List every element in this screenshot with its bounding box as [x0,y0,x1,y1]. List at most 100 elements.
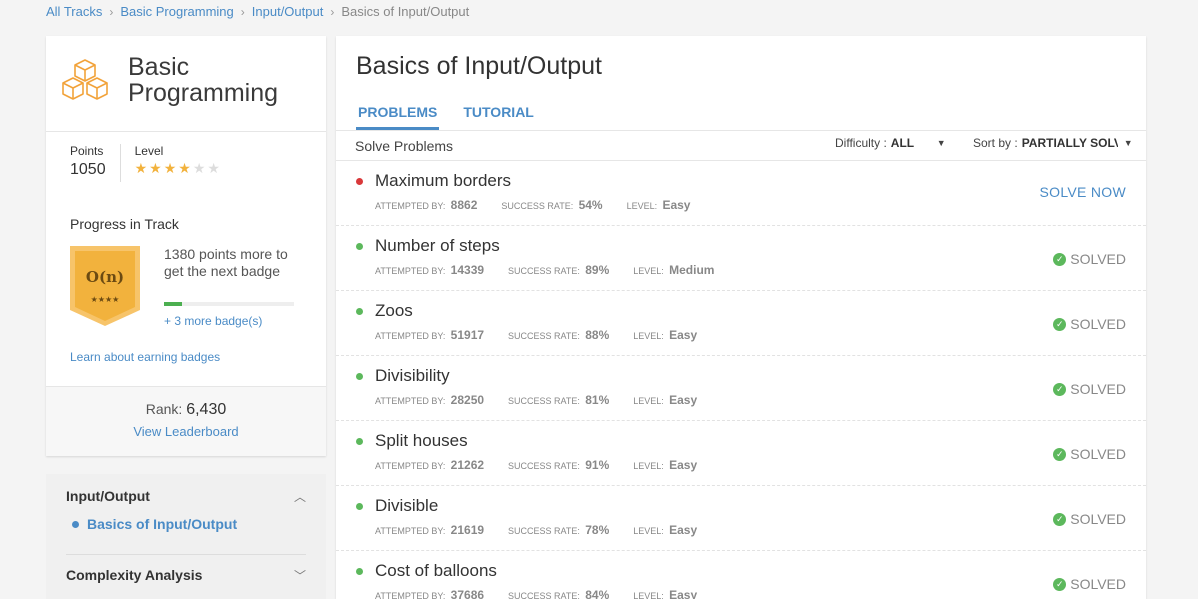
active-dot-icon [72,520,79,528]
track-progress-fill [164,302,183,306]
problem-title[interactable]: Maximum borders [375,171,511,191]
view-leaderboard-link[interactable]: View Leaderboard [46,424,326,439]
star-icon: ★ [192,160,208,176]
chevron-right-icon: › [109,4,114,19]
star-icon: ★ [163,160,179,176]
attempted-value: 37686 [447,588,485,599]
problem-meta: ATTEMPTED BY: 51917 SUCCESS RATE: 88% LEVE… [375,328,721,342]
sort-dropdown[interactable]: Sort by : PARTIALLY SOLVED ▼ [973,136,1133,150]
problem-row[interactable]: Number of steps ATTEMPTED BY: 14339 SUCCE… [336,226,1146,291]
attempted-label: ATTEMPTED BY: [375,461,446,471]
problem-row[interactable]: Divisible ATTEMPTED BY: 21619 SUCCESS RAT… [336,486,1146,551]
success-label: SUCCESS RATE: [508,396,580,406]
rank-box: Rank: 6,430 View Leaderboard [46,386,326,456]
difficulty-dropdown[interactable]: Difficulty : ALL ▼ [835,136,946,150]
success-label: SUCCESS RATE: [508,461,580,471]
problem-meta: ATTEMPTED BY: 8862 SUCCESS RATE: 54% LEVEL… [375,198,714,212]
check-circle-icon: ✓ [1053,447,1067,461]
star-icon: ★ [149,160,164,176]
main-panel: Basics of Input/Output PROBLEMS TUTORIAL… [336,36,1146,599]
breadcrumb: All Tracks › Basic Programming › Input/O… [46,4,469,19]
problem-title[interactable]: Zoos [375,301,413,321]
status-dot-icon [356,438,363,445]
nav-section-complexity[interactable]: Complexity Analysis ﹀ [66,567,306,584]
check-circle-icon: ✓ [1053,382,1067,396]
attempted-value: 8862 [447,198,478,212]
level-value: Easy [665,523,698,537]
level-stars: ★★★★★★ [135,160,222,177]
success-value: 89% [581,263,610,277]
caret-down-icon: ▼ [1123,138,1133,148]
problem-title[interactable]: Number of steps [375,236,500,256]
solved-status: ✓ SOLVED [1053,251,1126,267]
breadcrumb-input-output[interactable]: Input/Output [252,4,324,19]
success-value: 84% [581,588,610,599]
nav-section-label: Complexity Analysis [66,567,203,583]
points-label: Points [70,144,104,158]
status-dot-icon [356,373,363,380]
nav-section-header[interactable]: Complexity Analysis ﹀ [66,567,306,584]
level-label: LEVEL: [633,331,664,341]
attempted-label: ATTEMPTED BY: [375,526,446,536]
success-value: 88% [581,328,610,342]
track-progress-bar [164,302,294,306]
nav-item-basics-io[interactable]: Basics of Input/Output [66,516,306,532]
problem-row[interactable]: Divisibility ATTEMPTED BY: 28250 SUCCESS … [336,356,1146,421]
level-value: Easy [659,198,691,212]
problem-row[interactable]: Cost of balloons ATTEMPTED BY: 37686 SUCC… [336,551,1146,599]
check-circle-icon: ✓ [1053,577,1067,591]
solved-label: SOLVED [1070,316,1126,332]
solve-now-button[interactable]: SOLVE NOW [1040,184,1126,200]
status-dot-icon [356,178,363,185]
status-dot-icon [356,568,363,575]
more-badges-link[interactable]: + 3 more badge(s) [164,314,262,328]
badge-stars: ★★★★ [91,295,120,304]
chevron-down-icon[interactable]: ﹀ [294,567,306,584]
success-label: SUCCESS RATE: [501,201,574,211]
problem-row[interactable]: Zoos ATTEMPTED BY: 51917 SUCCESS RATE: 88… [336,291,1146,356]
problem-row[interactable]: Maximum borders ATTEMPTED BY: 8862 SUCCES… [336,161,1146,226]
solved-label: SOLVED [1070,511,1126,527]
track-stats: Points 1050 Level ★★★★★★ [70,144,222,182]
sort-label: Sort by : [973,136,1018,150]
points-value: 1050 [70,161,106,178]
breadcrumb-all-tracks[interactable]: All Tracks [46,4,102,19]
page-title: Basics of Input/Output [356,52,602,80]
attempted-label: ATTEMPTED BY: [375,396,446,406]
solved-status: ✓ SOLVED [1053,446,1126,462]
success-value: 91% [581,458,610,472]
success-label: SUCCESS RATE: [508,266,580,276]
nav-section-header[interactable]: Input/Output ︿ [66,488,306,505]
problem-meta: ATTEMPTED BY: 37686 SUCCESS RATE: 84% LEVE… [375,588,721,599]
status-dot-icon [356,243,363,250]
nav-section-input-output[interactable]: Input/Output ︿ Basics of Input/Output [66,488,306,532]
problem-row[interactable]: Split houses ATTEMPTED BY: 21262 SUCCESS … [336,421,1146,486]
attempted-label: ATTEMPTED BY: [375,201,446,211]
rank-value: 6,430 [186,401,227,418]
level-label: Level [134,144,164,158]
problem-title[interactable]: Divisible [375,496,438,516]
attempted-label: ATTEMPTED BY: [375,331,446,341]
solved-status: ✓ SOLVED [1053,381,1126,397]
chevron-up-icon[interactable]: ︿ [294,488,306,505]
success-label: SUCCESS RATE: [508,591,580,599]
star-icon: ★ [178,160,193,176]
chevron-right-icon: › [240,4,245,19]
attempted-label: ATTEMPTED BY: [375,591,446,599]
tab-problems[interactable]: PROBLEMS [356,104,440,130]
problem-title[interactable]: Split houses [375,431,468,451]
track-title: Basic Programming [128,53,279,107]
star-icon: ★ [207,160,222,176]
level-value: Easy [665,588,698,599]
breadcrumb-basic-programming[interactable]: Basic Programming [120,4,233,19]
check-circle-icon: ✓ [1053,512,1067,526]
learn-badges-link[interactable]: Learn about earning badges [70,350,220,364]
problem-title[interactable]: Cost of balloons [375,561,497,581]
check-circle-icon: ✓ [1053,252,1067,266]
tab-tutorial[interactable]: TUTORIAL [461,104,536,130]
level-label: LEVEL: [633,461,664,471]
level-label: LEVEL: [633,526,664,536]
level-value: Medium [665,263,715,277]
difficulty-label: Difficulty : [835,136,887,150]
problem-title[interactable]: Divisibility [375,366,450,386]
